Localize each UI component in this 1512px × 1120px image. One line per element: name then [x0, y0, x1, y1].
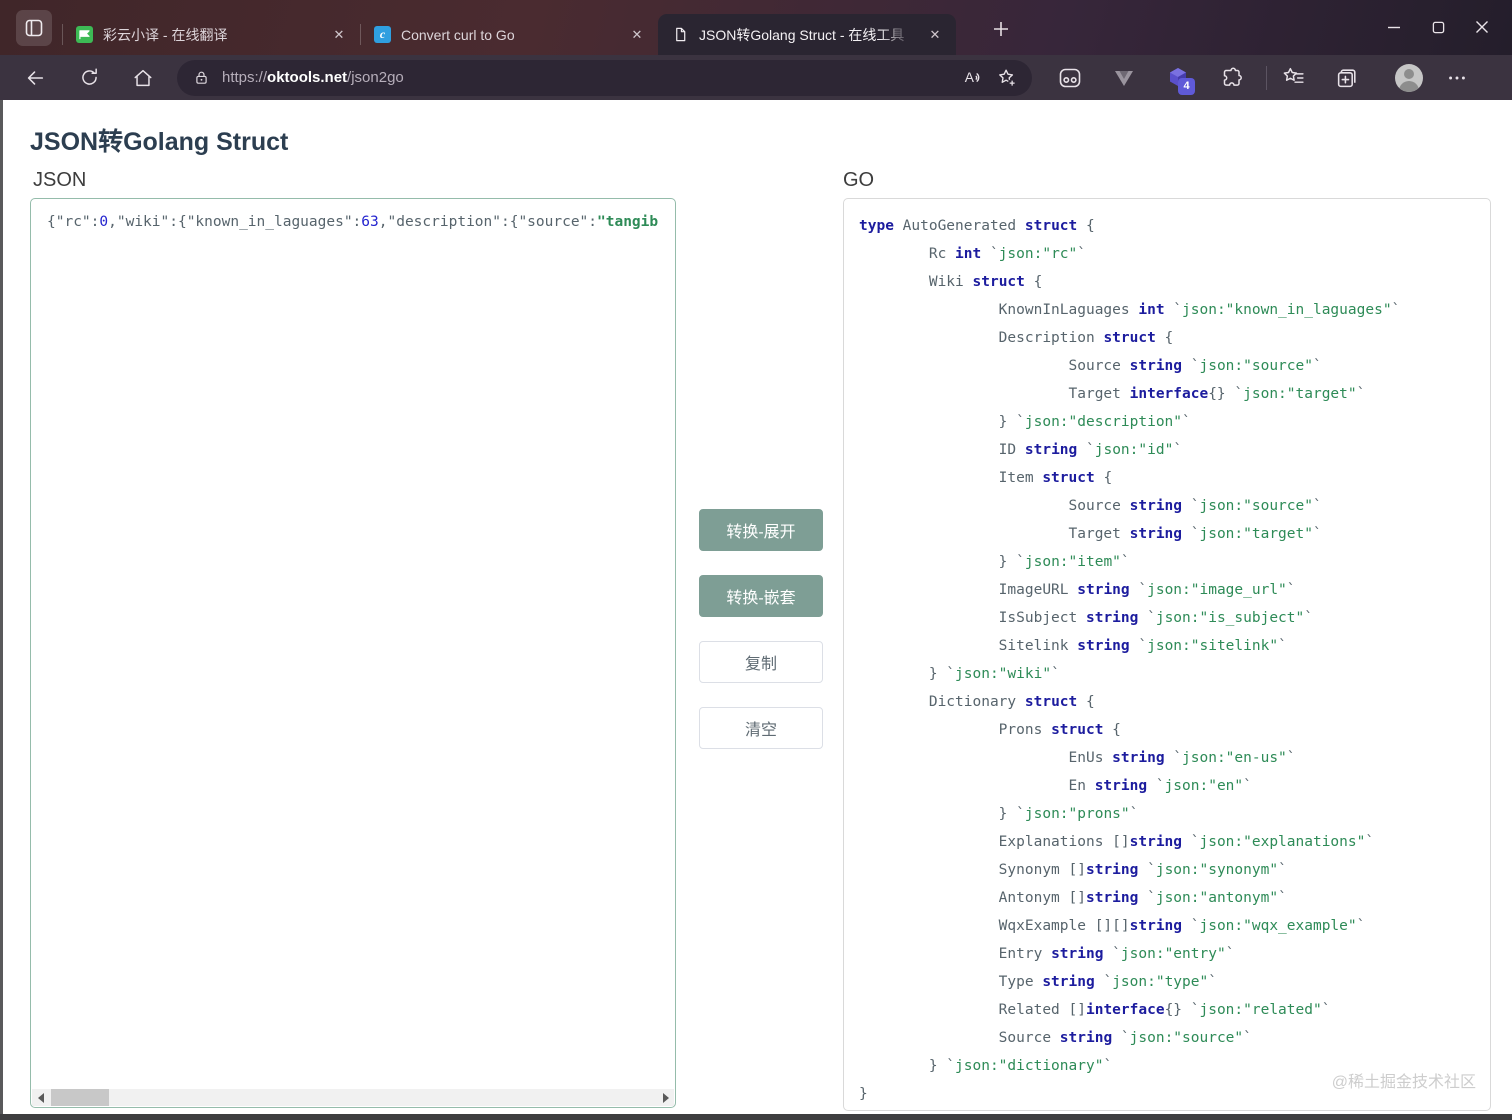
tab-curl-to-go[interactable]: c Convert curl to Go ✕ — [360, 14, 658, 55]
lock-icon[interactable] — [193, 69, 210, 86]
page-content: JSON转Golang Struct JSON GO {"rc":0,"wiki… — [0, 100, 1512, 1114]
add-favorite-star-icon[interactable] — [990, 61, 1024, 95]
horizontal-scrollbar[interactable] — [32, 1089, 674, 1106]
clear-button[interactable]: 清空 — [699, 707, 823, 749]
new-tab-button[interactable] — [988, 16, 1014, 42]
close-window-button[interactable] — [1460, 8, 1504, 46]
scrollbar-thumb[interactable] — [51, 1089, 109, 1106]
caiyun-favicon — [76, 26, 93, 43]
document-favicon — [672, 26, 689, 43]
tab-close-icon[interactable]: ✕ — [626, 24, 648, 46]
back-button[interactable] — [18, 61, 52, 95]
go-code: type AutoGenerated struct { Rc int `json… — [859, 218, 1401, 1102]
tab-json2go-active[interactable]: JSON转Golang Struct - 在线工具 ✕ — [658, 14, 956, 55]
browser-window: 彩云小译 - 在线翻译 ✕ c Convert curl to Go ✕ JSO… — [0, 0, 1512, 1120]
go-output-panel: type AutoGenerated struct { Rc int `json… — [843, 198, 1491, 1111]
page-title: JSON转Golang Struct — [30, 128, 289, 156]
navigation-bar: https://oktools.net/json2go A 4 — [0, 55, 1512, 100]
window-bottom-edge — [0, 1114, 1512, 1120]
vue-devtools-icon[interactable] — [1104, 61, 1144, 95]
convert-expand-button[interactable]: 转换-展开 — [699, 509, 823, 551]
toolbar-separator — [1266, 65, 1267, 90]
action-buttons: 转换-展开 转换-嵌套 复制 清空 — [669, 100, 849, 1114]
extension-badge: 4 — [1178, 77, 1195, 95]
json-input-textarea[interactable]: {"rc":0,"wiki":{"known_in_laguages":63,"… — [30, 198, 676, 1108]
url-text: https://oktools.net/json2go — [222, 69, 404, 86]
favorites-hub-icon[interactable] — [1273, 61, 1313, 95]
refresh-button[interactable] — [72, 61, 106, 95]
settings-more-icon[interactable] — [1437, 61, 1477, 95]
scroll-left-icon[interactable] — [32, 1089, 49, 1106]
tab-close-icon[interactable]: ✕ — [328, 24, 350, 46]
svg-text:A: A — [965, 70, 975, 85]
json-panel-label: JSON — [33, 169, 87, 191]
tab-title: JSON转Golang Struct - 在线工具 — [699, 26, 905, 43]
address-bar[interactable]: https://oktools.net/json2go A — [177, 59, 1032, 96]
tab-strip: 彩云小译 - 在线翻译 ✕ c Convert curl to Go ✕ JSO… — [62, 14, 956, 55]
tab-title: Convert curl to Go — [401, 26, 515, 43]
extensions-puzzle-icon[interactable] — [1212, 61, 1252, 95]
tab-title: 彩云小译 - 在线翻译 — [103, 26, 228, 43]
tab-caiyun[interactable]: 彩云小译 - 在线翻译 ✕ — [62, 14, 360, 55]
browser-essentials-icon[interactable] — [1050, 61, 1090, 95]
copy-button[interactable]: 复制 — [699, 641, 823, 683]
home-button[interactable] — [126, 61, 160, 95]
window-controls — [1372, 8, 1504, 46]
collections-icon[interactable] — [1327, 61, 1367, 95]
tab-bar: 彩云小译 - 在线翻译 ✕ c Convert curl to Go ✕ JSO… — [0, 0, 1512, 55]
vertical-tabs-icon — [24, 18, 44, 38]
maximize-button[interactable] — [1416, 8, 1460, 46]
tab-close-icon[interactable]: ✕ — [924, 24, 946, 46]
json-input-code: {"rc":0,"wiki":{"known_in_laguages":63,"… — [47, 214, 659, 230]
curl-favicon: c — [374, 26, 391, 43]
watermark-text: @稀土掘金技术社区 — [1331, 1074, 1476, 1091]
convert-nested-button[interactable]: 转换-嵌套 — [699, 575, 823, 617]
tab-actions-button[interactable] — [16, 10, 52, 46]
read-aloud-icon[interactable]: A — [956, 61, 990, 95]
toolbar-extensions: 4 — [1050, 61, 1491, 95]
profile-avatar[interactable] — [1395, 63, 1423, 92]
cube-extension-icon[interactable]: 4 — [1158, 61, 1198, 95]
minimize-button[interactable] — [1372, 8, 1416, 46]
